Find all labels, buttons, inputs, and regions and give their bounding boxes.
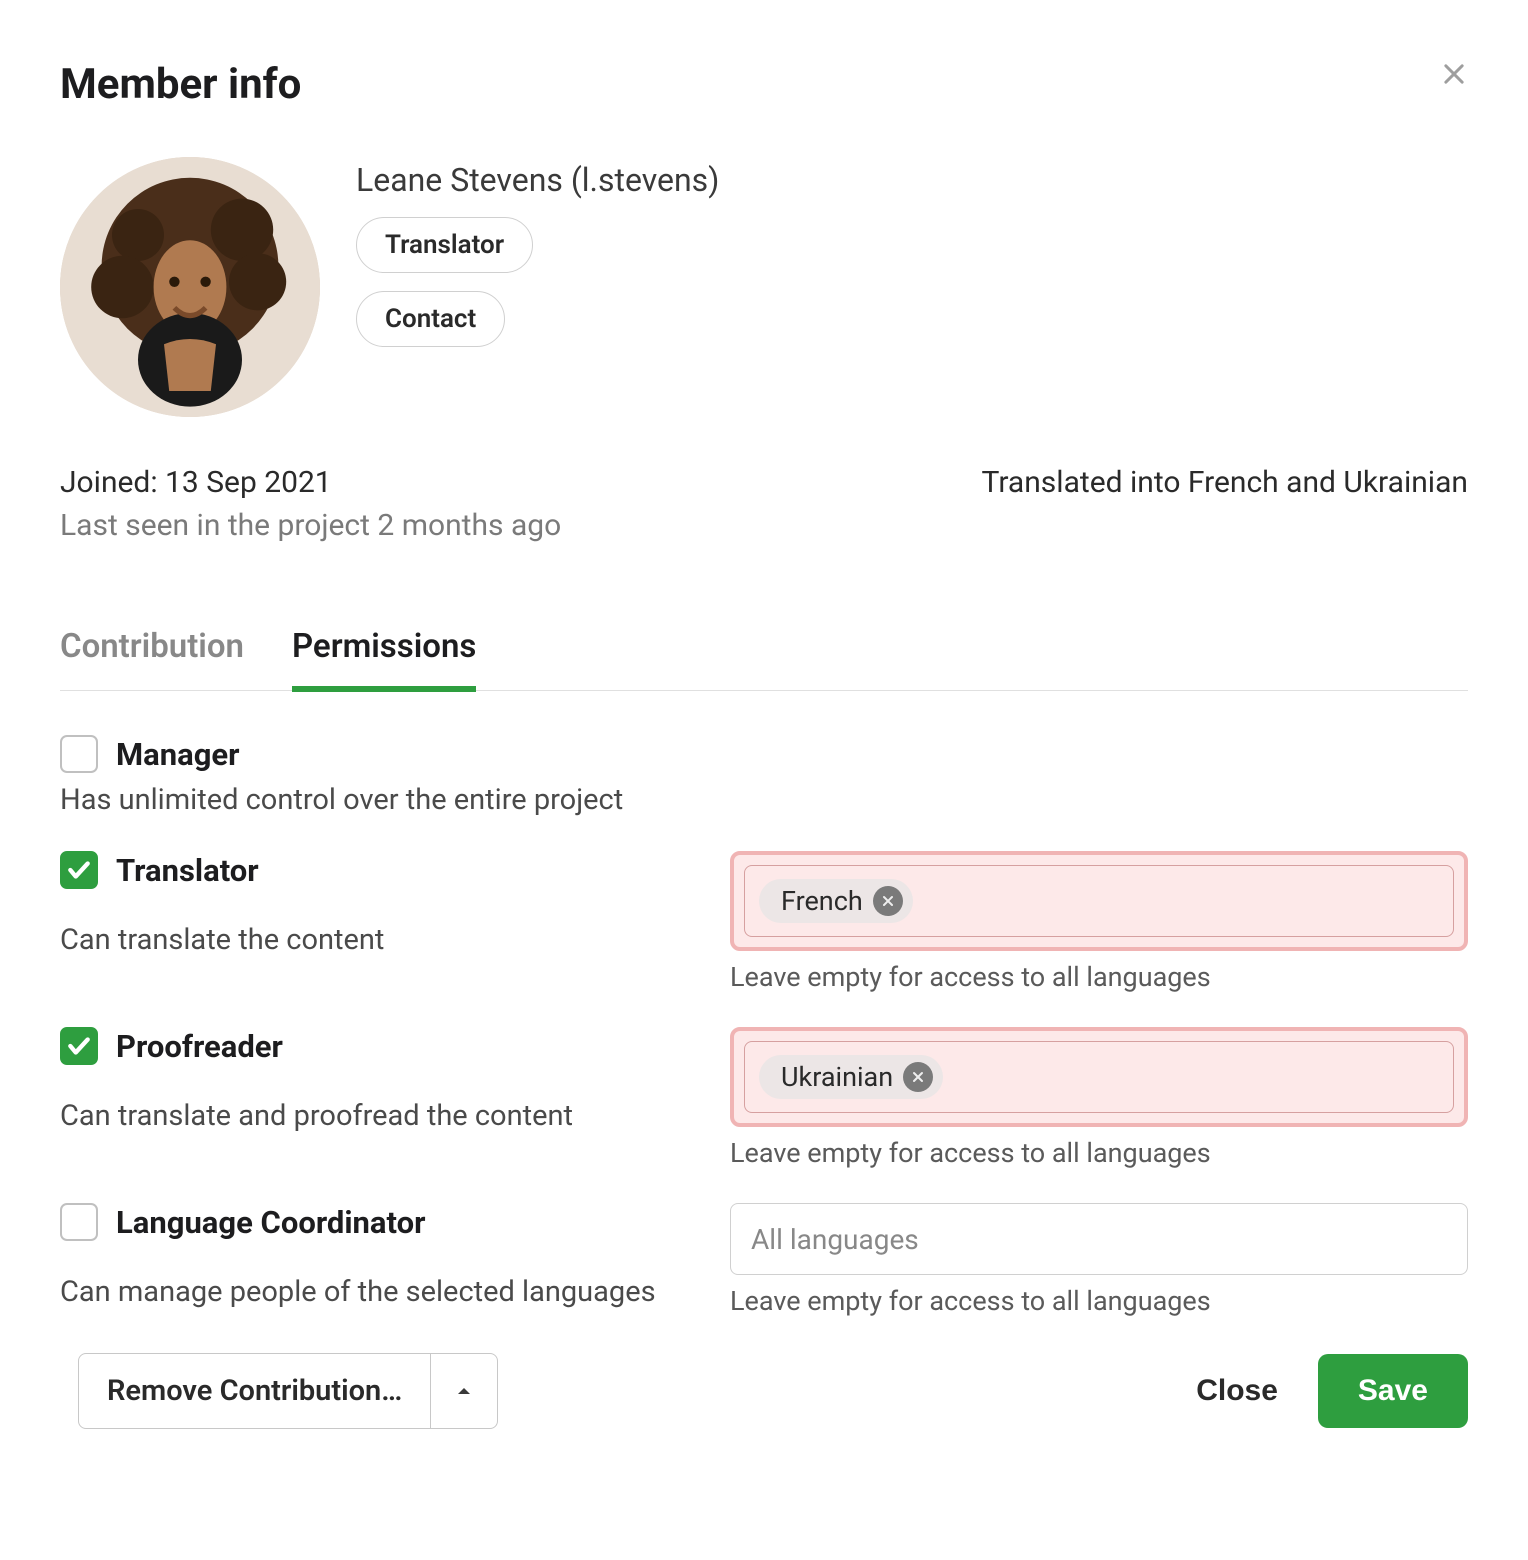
perm-label-manager: Manager (116, 736, 240, 773)
perm-desc-translator: Can translate the content (60, 923, 670, 957)
proofreader-lang-highlight: Ukrainian (730, 1027, 1468, 1127)
modal-title: Member info (60, 60, 1468, 109)
perm-desc-lang-coord: Can manage people of the selected langua… (60, 1275, 670, 1309)
last-seen-text: Last seen in the project 2 months ago (60, 508, 561, 543)
profile-row: Leane Stevens (l.stevens) Translator Con… (60, 157, 1468, 417)
tab-permissions[interactable]: Permissions (292, 615, 476, 690)
proofreader-lang-input[interactable]: Ukrainian (744, 1041, 1454, 1113)
translator-lang-input[interactable]: French (744, 865, 1454, 937)
caret-up-icon[interactable] (430, 1354, 497, 1428)
chip-remove-icon[interactable] (903, 1062, 933, 1092)
perm-desc-proofreader: Can translate and proofread the content (60, 1099, 670, 1133)
perm-desc-manager: Has unlimited control over the entire pr… (60, 783, 670, 817)
tab-contribution[interactable]: Contribution (60, 615, 244, 690)
member-name: Leane Stevens (l.stevens) (356, 161, 719, 199)
permissions-section: Manager Has unlimited control over the e… (60, 735, 1468, 1317)
checkbox-translator[interactable] (60, 851, 98, 889)
translated-into-text: Translated into French and Ukrainian (982, 465, 1468, 543)
lang-coord-input[interactable]: All languages (730, 1203, 1468, 1275)
contact-button[interactable]: Contact (356, 291, 505, 347)
save-button[interactable]: Save (1318, 1354, 1468, 1428)
remove-contribution-split-button: Remove Contribution… (78, 1353, 498, 1429)
helper-text: Leave empty for access to all languages (730, 1285, 1468, 1317)
role-button[interactable]: Translator (356, 217, 533, 273)
checkbox-manager[interactable] (60, 735, 98, 773)
joined-text: Joined: 13 Sep 2021 (60, 465, 561, 500)
lang-chip-french: French (759, 879, 913, 923)
chip-label: French (781, 885, 863, 917)
checkbox-lang-coord[interactable] (60, 1203, 98, 1241)
perm-row-lang-coord: Language Coordinator Can manage people o… (60, 1203, 1468, 1317)
footer-row: Remove Contribution… Close Save (60, 1353, 1468, 1429)
helper-text: Leave empty for access to all languages (730, 961, 1468, 993)
checkbox-proofreader[interactable] (60, 1027, 98, 1065)
avatar (60, 157, 320, 417)
close-icon[interactable] (1434, 54, 1474, 94)
profile-info: Leane Stevens (l.stevens) Translator Con… (356, 157, 719, 417)
tabs: Contribution Permissions (60, 615, 1468, 691)
perm-label-lang-coord: Language Coordinator (116, 1204, 425, 1241)
remove-contribution-button[interactable]: Remove Contribution… (79, 1354, 430, 1428)
placeholder-text: All languages (751, 1223, 919, 1256)
perm-row-translator: Translator Can translate the content Fre… (60, 851, 1468, 993)
perm-row-manager: Manager Has unlimited control over the e… (60, 735, 1468, 817)
perm-label-proofreader: Proofreader (116, 1028, 283, 1065)
close-button[interactable]: Close (1196, 1374, 1278, 1408)
chip-label: Ukrainian (781, 1061, 893, 1093)
perm-label-translator: Translator (116, 852, 259, 889)
perm-row-proofreader: Proofreader Can translate and proofread … (60, 1027, 1468, 1169)
translator-lang-highlight: French (730, 851, 1468, 951)
lang-chip-ukrainian: Ukrainian (759, 1055, 943, 1099)
meta-row: Joined: 13 Sep 2021 Last seen in the pro… (60, 465, 1468, 543)
member-info-modal: Member info Leane Stevens (l.stevens) Tr… (60, 60, 1468, 1429)
helper-text: Leave empty for access to all languages (730, 1137, 1468, 1169)
chip-remove-icon[interactable] (873, 886, 903, 916)
